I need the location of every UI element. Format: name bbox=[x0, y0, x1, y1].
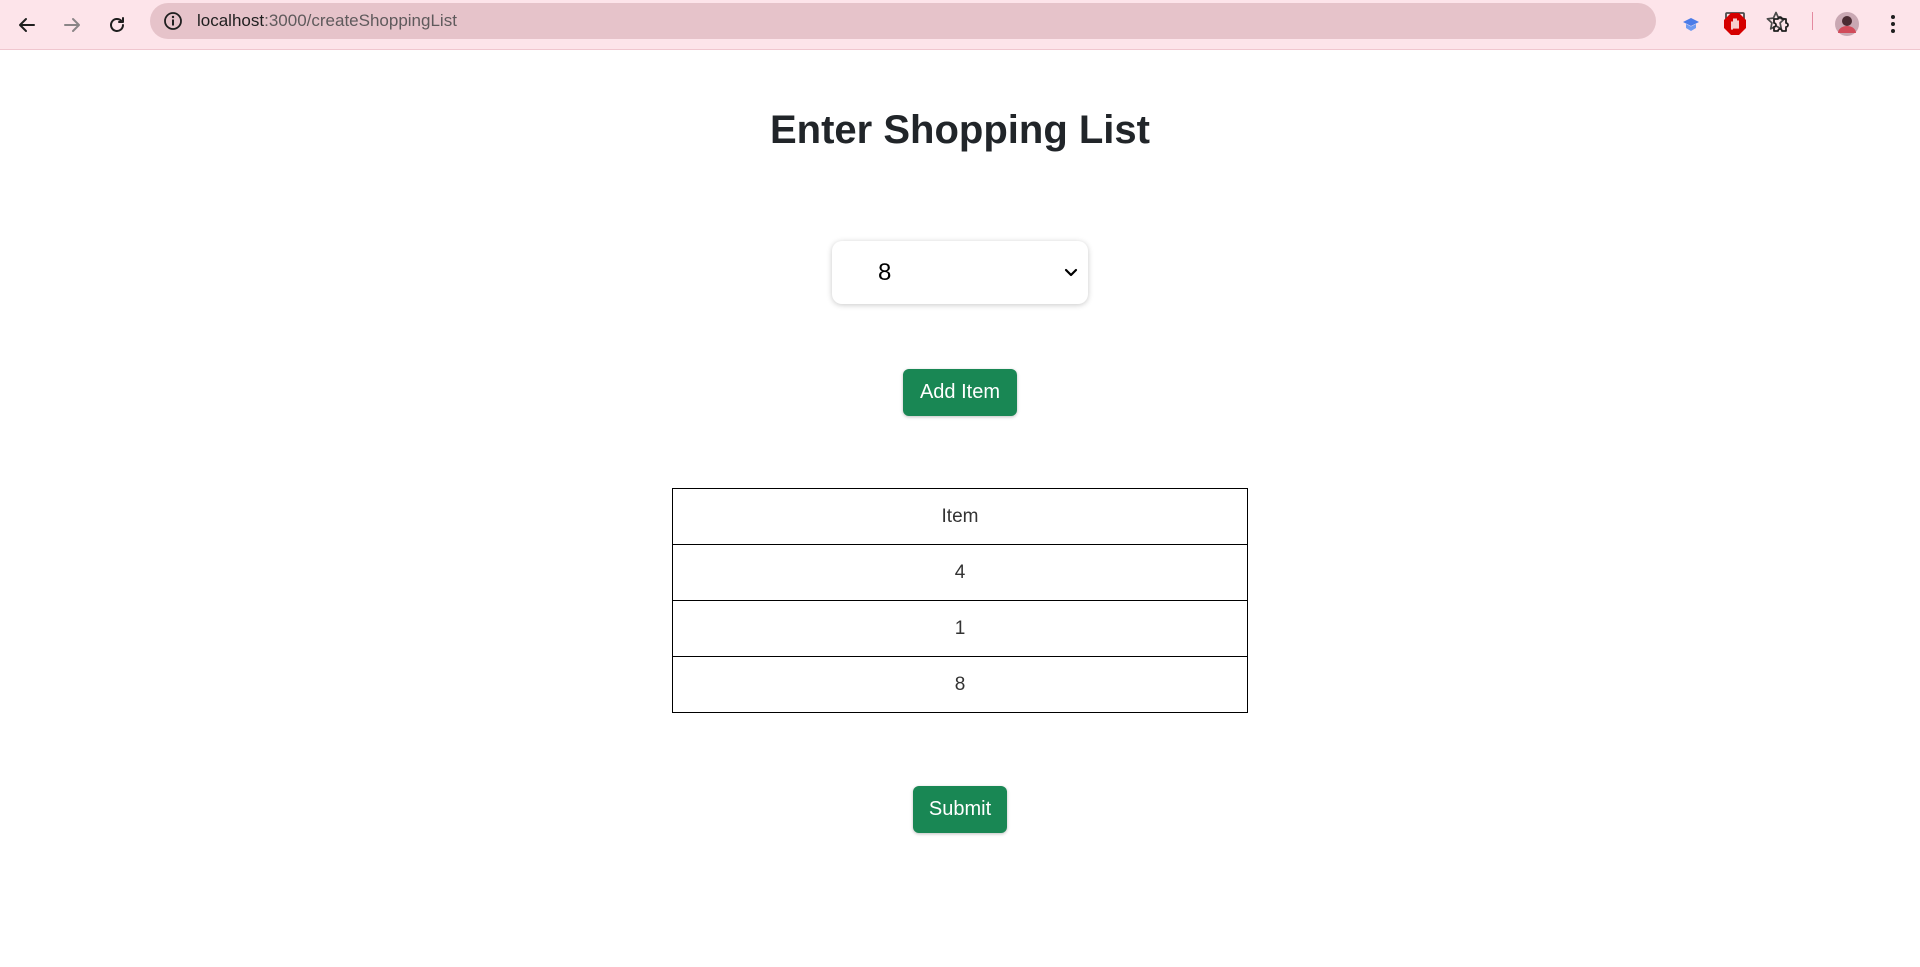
column-header-item: Item bbox=[672, 488, 1248, 545]
url-path: :3000/createShoppingList bbox=[264, 11, 457, 30]
reload-icon bbox=[110, 17, 124, 32]
back-button[interactable] bbox=[8, 6, 46, 44]
info-icon[interactable] bbox=[163, 11, 183, 31]
toolbar-divider bbox=[1812, 12, 1813, 30]
extension-blue-button[interactable] bbox=[1673, 6, 1709, 42]
shopping-list-table: Item 4 1 8 bbox=[672, 488, 1248, 713]
page-title: Enter Shopping List bbox=[770, 108, 1150, 152]
arrow-left-icon bbox=[19, 18, 35, 32]
table-header-row: Item bbox=[672, 488, 1248, 545]
profile-button[interactable] bbox=[1829, 6, 1865, 42]
table-row: 4 bbox=[672, 544, 1248, 601]
browser-toolbar: localhost:3000/createShoppingList bbox=[0, 0, 1920, 50]
extensions-button[interactable] bbox=[1763, 6, 1799, 42]
table-cell: 4 bbox=[672, 544, 1248, 601]
table-cell: 8 bbox=[672, 656, 1248, 713]
item-select[interactable]: 8 bbox=[832, 241, 1088, 304]
reload-button[interactable] bbox=[98, 6, 136, 44]
kebab-menu-icon bbox=[1891, 15, 1895, 33]
avatar bbox=[1835, 12, 1859, 36]
submit-button[interactable]: Submit bbox=[913, 786, 1007, 833]
address-bar[interactable]: localhost:3000/createShoppingList bbox=[150, 3, 1786, 39]
forward-button[interactable] bbox=[53, 6, 91, 44]
stop-hand-extension-button[interactable] bbox=[1717, 6, 1753, 42]
url-text[interactable]: localhost:3000/createShoppingList bbox=[197, 3, 457, 39]
stop-hand-icon bbox=[1724, 13, 1746, 35]
url-host: localhost bbox=[197, 11, 265, 30]
add-item-button[interactable]: Add Item bbox=[903, 369, 1017, 416]
puzzle-icon bbox=[1773, 16, 1789, 32]
table-cell: 1 bbox=[672, 600, 1248, 657]
chevron-down-icon bbox=[1064, 268, 1078, 277]
arrow-right-icon bbox=[64, 18, 80, 32]
table-row: 1 bbox=[672, 600, 1248, 657]
item-select-value: 8 bbox=[878, 259, 892, 286]
table-row: 8 bbox=[672, 656, 1248, 713]
extension-blue-icon bbox=[1683, 18, 1699, 31]
browser-menu-button[interactable] bbox=[1875, 6, 1911, 42]
